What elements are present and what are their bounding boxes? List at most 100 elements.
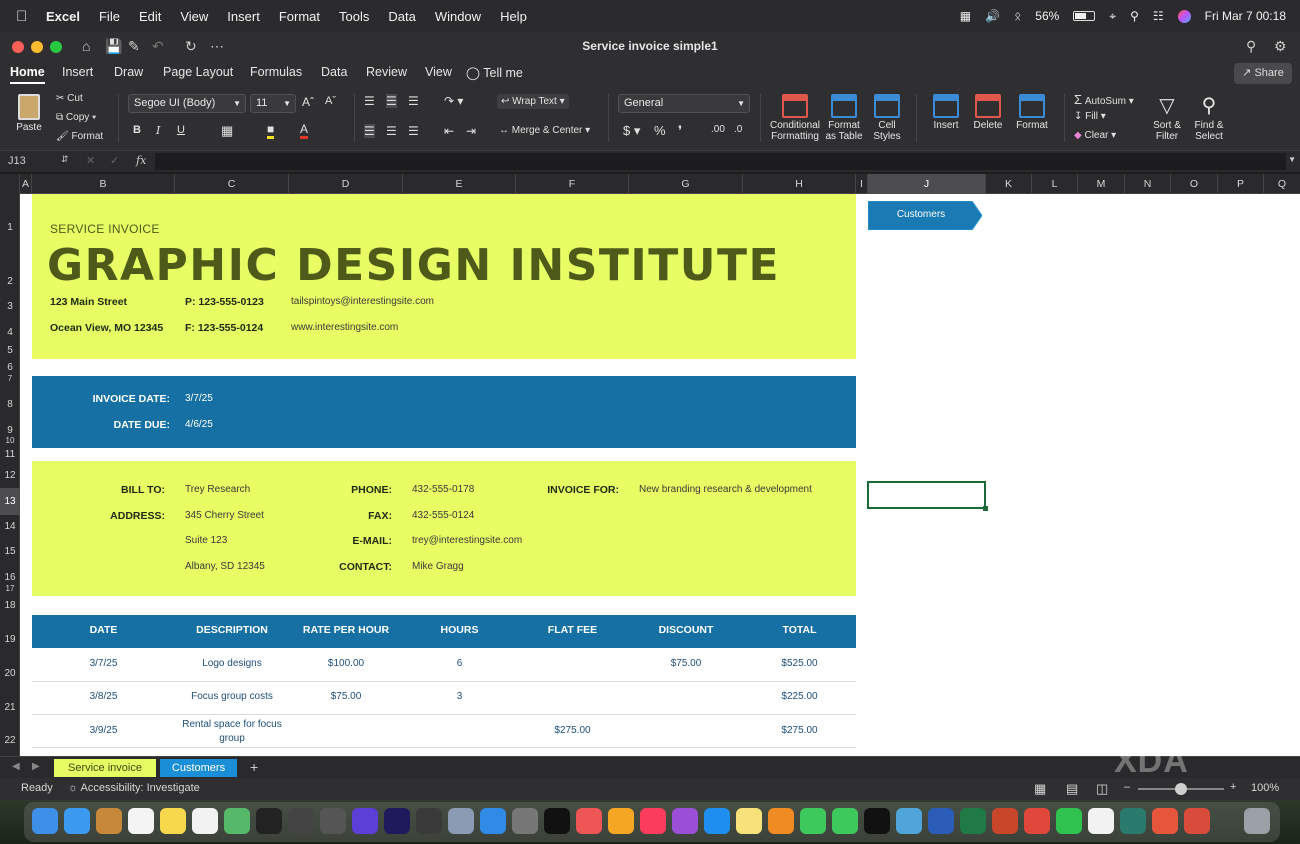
wrap-text-button[interactable]: ↩ Wrap Text ▾ bbox=[497, 94, 569, 109]
column-header-m[interactable]: M bbox=[1078, 174, 1125, 194]
column-header-e[interactable]: E bbox=[403, 174, 516, 194]
photos-icon[interactable] bbox=[608, 808, 634, 834]
select-all-corner[interactable] bbox=[0, 174, 20, 194]
align-bottom-icon[interactable]: ☰ bbox=[408, 94, 419, 108]
paste-button[interactable]: Paste bbox=[12, 94, 46, 133]
row-header-9[interactable]: 9 bbox=[0, 425, 20, 436]
row-header-15[interactable]: 15 bbox=[0, 546, 20, 557]
row-header-3[interactable]: 3 bbox=[0, 301, 20, 312]
siri-icon[interactable] bbox=[1177, 9, 1191, 23]
expand-formula-icon[interactable]: ▼ bbox=[1288, 155, 1296, 164]
share-button[interactable]: ↗ Share bbox=[1234, 63, 1292, 84]
battery-icon[interactable] bbox=[1073, 11, 1096, 21]
battery-percent[interactable]: 56% bbox=[1035, 9, 1059, 23]
sheet-tab-customers[interactable]: Customers bbox=[160, 759, 237, 777]
app-icon[interactable] bbox=[416, 808, 442, 834]
bluetooth-icon[interactable]: ᛟ bbox=[1014, 9, 1021, 23]
cut-button[interactable]: ✂ Cut bbox=[56, 93, 83, 104]
spreadsheet-grid[interactable]: A B C D E F G H I J K L M N O P Q 1 2 3 … bbox=[0, 174, 1300, 756]
name-box-stepper-icon[interactable]: ⇵ bbox=[61, 154, 69, 165]
borders-icon[interactable]: ▦ bbox=[221, 123, 233, 139]
normal-view-icon[interactable]: ▦ bbox=[1034, 781, 1046, 797]
font-name-select[interactable]: Segoe UI (Body) ▼ bbox=[128, 94, 246, 113]
zoom-slider-thumb[interactable] bbox=[1175, 783, 1187, 795]
safari-icon[interactable] bbox=[480, 808, 506, 834]
delete-cells-button[interactable]: Delete bbox=[968, 94, 1008, 131]
decrease-indent-icon[interactable]: ⇤ bbox=[444, 124, 454, 138]
calculator-icon[interactable] bbox=[320, 808, 346, 834]
comma-style-icon[interactable]: ❜ bbox=[678, 123, 682, 139]
row-header-20[interactable]: 20 bbox=[0, 668, 20, 679]
row-header-8[interactable]: 8 bbox=[0, 399, 20, 410]
font-color-icon[interactable]: A bbox=[300, 122, 309, 139]
align-middle-icon[interactable]: ☰ bbox=[386, 94, 397, 108]
currency-icon[interactable]: $ ▾ bbox=[623, 123, 640, 139]
app-icon[interactable] bbox=[896, 808, 922, 834]
menu-insert[interactable]: Insert bbox=[227, 9, 260, 24]
column-header-k[interactable]: K bbox=[986, 174, 1032, 194]
tab-data[interactable]: Data bbox=[321, 65, 347, 79]
increase-decimal-icon[interactable]: .00 bbox=[711, 124, 725, 135]
column-header-h[interactable]: H bbox=[743, 174, 856, 194]
launchpad-icon[interactable] bbox=[576, 808, 602, 834]
app-icon[interactable] bbox=[1152, 808, 1178, 834]
powerpoint-icon[interactable] bbox=[992, 808, 1018, 834]
search-icon[interactable]: ⚲ bbox=[1130, 9, 1139, 23]
menu-app-name[interactable]: Excel bbox=[46, 9, 80, 24]
row-header-2[interactable]: 2 bbox=[0, 276, 20, 287]
row-header-4[interactable]: 4 bbox=[0, 327, 20, 338]
wifi-icon[interactable]: ⌖ bbox=[1109, 9, 1116, 24]
menu-help[interactable]: Help bbox=[500, 9, 527, 24]
conditional-formatting-button[interactable]: Conditional Formatting bbox=[768, 94, 822, 142]
clear-button[interactable]: ◆ Clear ▾ bbox=[1074, 130, 1116, 141]
app-icon[interactable] bbox=[1120, 808, 1146, 834]
tab-home[interactable]: Home bbox=[10, 65, 45, 84]
collaborate-icon[interactable]: ⚙ bbox=[1274, 38, 1287, 55]
messages-icon[interactable] bbox=[800, 808, 826, 834]
align-center-icon[interactable]: ☰ bbox=[386, 124, 397, 138]
column-header-l[interactable]: L bbox=[1032, 174, 1078, 194]
name-box[interactable]: J13 bbox=[8, 155, 26, 167]
zoom-level[interactable]: 100% bbox=[1251, 782, 1279, 794]
stickies-icon[interactable] bbox=[736, 808, 762, 834]
tab-review[interactable]: Review bbox=[366, 65, 407, 79]
excel-icon[interactable] bbox=[960, 808, 986, 834]
accessibility-status[interactable]: ☼ Accessibility: Investigate bbox=[68, 782, 200, 794]
column-header-o[interactable]: O bbox=[1171, 174, 1218, 194]
maps-icon[interactable] bbox=[224, 808, 250, 834]
row-header-6[interactable]: 6 bbox=[0, 362, 20, 373]
podcasts-icon[interactable] bbox=[672, 808, 698, 834]
column-header-i[interactable]: I bbox=[856, 174, 868, 194]
column-header-q[interactable]: Q bbox=[1264, 174, 1300, 194]
increase-font-icon[interactable]: Aˆ bbox=[302, 95, 314, 109]
system-settings-icon[interactable] bbox=[512, 808, 538, 834]
decrease-decimal-icon[interactable]: .0 bbox=[734, 124, 742, 135]
mail-icon[interactable] bbox=[64, 808, 90, 834]
column-header-p[interactable]: P bbox=[1218, 174, 1264, 194]
row-header-13[interactable]: 13 bbox=[0, 488, 20, 515]
row-header-18[interactable]: 18 bbox=[0, 600, 20, 611]
selected-cell-j13[interactable] bbox=[867, 481, 988, 511]
fill-button[interactable]: ↧ Fill ▾ bbox=[1074, 111, 1106, 122]
column-header-c[interactable]: C bbox=[175, 174, 289, 194]
books-icon[interactable] bbox=[768, 808, 794, 834]
menu-tools[interactable]: Tools bbox=[339, 9, 369, 24]
control-center-icon[interactable]: ☷ bbox=[1153, 9, 1164, 23]
facetime-icon[interactable] bbox=[832, 808, 858, 834]
premiere-icon[interactable] bbox=[384, 808, 410, 834]
column-header-f[interactable]: F bbox=[516, 174, 629, 194]
row-header-17[interactable]: 17 bbox=[0, 584, 20, 593]
merge-center-button[interactable]: ↔ Merge & Center ▾ bbox=[499, 125, 590, 136]
insert-cells-button[interactable]: Insert bbox=[926, 94, 966, 131]
screenshot-icon[interactable] bbox=[288, 808, 314, 834]
number-format-select[interactable]: General ▼ bbox=[618, 94, 750, 113]
align-left-icon[interactable]: ☰ bbox=[364, 124, 375, 138]
row-header-11[interactable]: 11 bbox=[0, 449, 20, 460]
row-header-7[interactable]: 7 bbox=[0, 374, 20, 383]
app-icon[interactable] bbox=[1184, 808, 1210, 834]
format-painter-button[interactable]: 🖌 Format bbox=[56, 131, 103, 142]
calendar-icon[interactable] bbox=[128, 808, 154, 834]
menu-file[interactable]: File bbox=[99, 9, 120, 24]
formula-input[interactable] bbox=[155, 153, 1286, 170]
app-icon[interactable] bbox=[256, 808, 282, 834]
